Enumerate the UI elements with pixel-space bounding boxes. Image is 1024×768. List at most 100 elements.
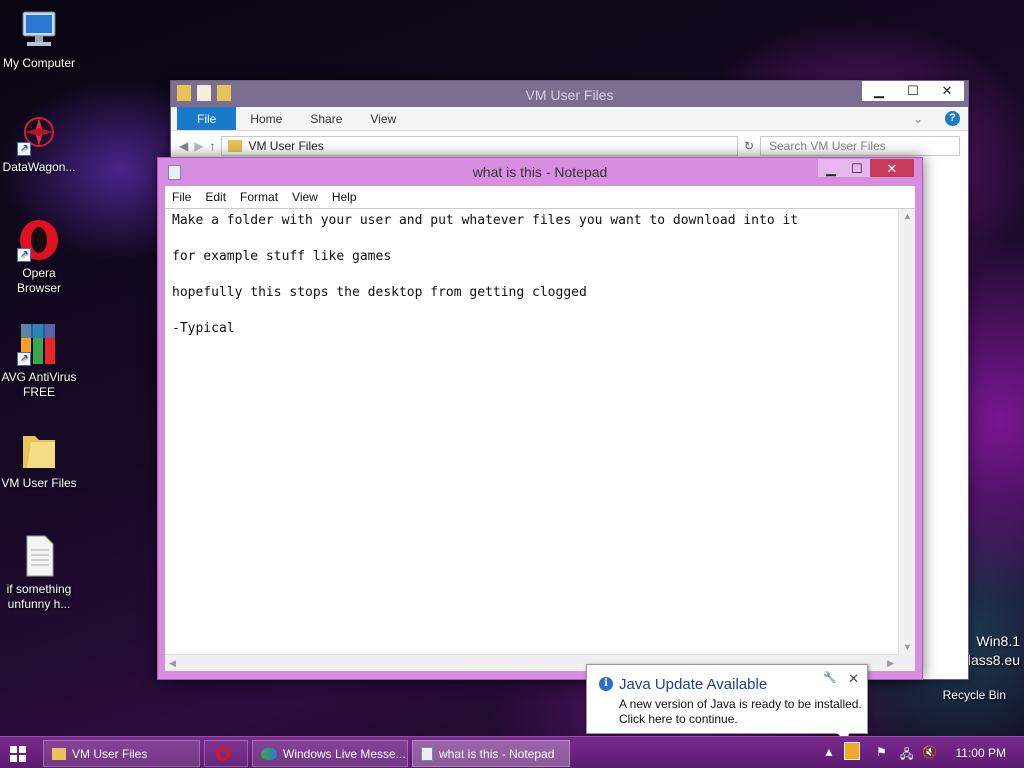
show-hidden-icons-icon[interactable]: ▲ xyxy=(823,745,835,759)
tab-home[interactable]: Home xyxy=(236,107,296,130)
tab-share[interactable]: Share xyxy=(296,107,356,130)
tab-file[interactable]: File xyxy=(177,107,237,130)
taskbar-item-label: Windows Live Messe... xyxy=(283,746,406,761)
close-icon[interactable]: ✕ xyxy=(848,671,859,687)
recycle-bin-label: Recycle Bin xyxy=(942,688,1006,702)
desktop-icon-label: DataWagon... xyxy=(2,160,76,174)
taskbar-item-notepad[interactable]: what is this - Notepad xyxy=(412,740,570,767)
notification-line: A new version of Java is ready to be ins… xyxy=(619,697,862,711)
maximize-button[interactable]: ☐ xyxy=(896,81,930,101)
desktop-icon-vm-user-files[interactable]: VM User Files xyxy=(0,428,78,491)
desktop-icon-my-computer[interactable]: My Computer xyxy=(0,8,78,71)
volume-muted-icon[interactable]: 🔇 xyxy=(922,745,937,759)
avg-icon: ↗ xyxy=(17,322,61,366)
desktop-icon-avg[interactable]: ↗ AVG AntiVirus FREE xyxy=(0,322,78,400)
watermark-line: lass8.eu xyxy=(967,652,1020,668)
desktop-icon-label: if something unfunny h... xyxy=(6,582,72,611)
notepad-text-area[interactable]: Make a folder with your user and put wha… xyxy=(165,208,915,671)
folder-icon xyxy=(228,140,243,152)
watermark-line: Win8.1 xyxy=(976,633,1020,649)
text-line: for example stuff like games xyxy=(172,249,392,264)
start-button[interactable] xyxy=(10,746,26,762)
search-placeholder: Search VM User Files xyxy=(769,139,886,153)
scroll-up-icon[interactable]: ▲ xyxy=(903,211,912,221)
scroll-down-icon[interactable]: ▼ xyxy=(903,642,912,652)
menu-help[interactable]: Help xyxy=(325,190,364,204)
desktop-icon-label: AVG AntiVirus FREE xyxy=(1,370,77,399)
desktop-icon-text-file[interactable]: if something unfunny h... xyxy=(0,534,78,612)
text-line: Make a folder with your user and put wha… xyxy=(172,213,799,228)
ribbon-tabs: File Home Share View ⌄ ? xyxy=(171,107,968,131)
desktop-icon-opera[interactable]: ↗ Opera Browser xyxy=(0,218,78,296)
folder-icon xyxy=(52,747,66,760)
info-icon: i xyxy=(599,677,613,691)
refresh-icon[interactable]: ↻ xyxy=(744,139,754,153)
windows-logo-icon xyxy=(10,746,17,753)
notepad-window[interactable]: what is this - Notepad ▁ ☐ ✕ File Edit F… xyxy=(157,157,923,680)
taskbar-clock[interactable]: 11:00 PM xyxy=(956,746,1006,760)
messenger-icon xyxy=(261,747,277,760)
menu-edit[interactable]: Edit xyxy=(198,190,233,204)
explorer-title: VM User Files xyxy=(525,87,614,103)
expand-ribbon-icon[interactable]: ⌄ xyxy=(899,107,937,130)
taskbar: VM User Files Windows Live Messe... what… xyxy=(0,736,1024,768)
maximize-button[interactable]: ☐ xyxy=(844,159,870,177)
taskbar-item-vm-user-files[interactable]: VM User Files xyxy=(43,740,200,767)
vertical-scrollbar[interactable]: ▲ ▼ xyxy=(898,209,915,654)
resize-grip[interactable] xyxy=(898,654,915,671)
java-update-tray-icon[interactable] xyxy=(844,742,860,760)
help-icon[interactable]: ? xyxy=(937,107,968,130)
computer-icon xyxy=(17,8,61,52)
datawagon-icon: ↗ xyxy=(17,112,61,156)
opera-icon xyxy=(216,746,230,761)
scroll-left-icon[interactable]: ◀ xyxy=(169,658,176,669)
shortcut-arrow-icon: ↗ xyxy=(17,352,31,366)
back-icon[interactable]: ◀ xyxy=(179,139,188,153)
notepad-titlebar[interactable]: what is this - Notepad ▁ ☐ ✕ xyxy=(158,158,922,186)
text-file-icon xyxy=(17,534,61,578)
desktop-icon-label: VM User Files xyxy=(1,476,77,490)
wrench-icon[interactable]: 🔧 xyxy=(823,671,837,684)
minimize-button[interactable]: ▁ xyxy=(862,81,896,101)
close-button[interactable]: ✕ xyxy=(870,159,914,177)
desktop-icon-label: Opera Browser xyxy=(16,266,61,295)
taskbar-item-messenger[interactable]: Windows Live Messe... xyxy=(252,740,408,767)
text-line: hopefully this stops the desktop from ge… xyxy=(172,285,587,300)
notepad-menubar: File Edit Format View Help xyxy=(165,186,915,208)
text-line: -Typical xyxy=(172,321,235,336)
windows-logo-icon xyxy=(19,746,26,753)
opera-icon: ↗ xyxy=(17,218,61,262)
breadcrumb[interactable]: VM User Files xyxy=(248,139,323,153)
shortcut-arrow-icon: ↗ xyxy=(17,142,31,156)
network-icon[interactable]: 🖧 xyxy=(900,745,913,766)
notification-title: Java Update Available xyxy=(619,676,768,693)
os-watermark: Win8.1 lass8.eu xyxy=(968,632,1020,670)
taskbar-item-label: VM User Files xyxy=(72,746,148,761)
java-update-notification[interactable]: i Java Update Available 🔧 ✕ A new versio… xyxy=(586,664,868,743)
notepad-content: Make a folder with your user and put wha… xyxy=(172,212,893,356)
shortcut-arrow-icon: ↗ xyxy=(17,248,31,262)
close-button[interactable]: ✕ xyxy=(930,81,964,101)
notification-body[interactable]: A new version of Java is ready to be ins… xyxy=(619,697,862,727)
menu-view[interactable]: View xyxy=(285,190,325,204)
notification-line: Click here to continue. xyxy=(619,712,738,726)
tab-view[interactable]: View xyxy=(356,107,410,130)
menu-file[interactable]: File xyxy=(165,190,198,204)
up-icon[interactable]: ↑ xyxy=(209,139,215,153)
scroll-right-icon[interactable]: ▶ xyxy=(887,658,894,669)
folder-icon xyxy=(17,428,61,472)
search-input[interactable]: Search VM User Files xyxy=(760,136,960,156)
notepad-icon xyxy=(421,746,433,761)
taskbar-item-opera[interactable] xyxy=(204,740,248,767)
desktop-icon-recycle-bin[interactable]: Recycle Bin xyxy=(943,688,1006,702)
menu-format[interactable]: Format xyxy=(233,190,285,204)
minimize-button[interactable]: ▁ xyxy=(818,159,844,177)
forward-icon[interactable]: ▶ xyxy=(194,139,203,153)
desktop-icon-label: My Computer xyxy=(2,56,76,70)
explorer-titlebar[interactable]: VM User Files ▁ ☐ ✕ xyxy=(171,81,968,107)
address-bar[interactable]: VM User Files xyxy=(221,136,738,156)
windows-logo-icon xyxy=(19,755,26,762)
action-center-flag-icon[interactable]: ⚑ xyxy=(876,745,887,759)
notepad-title: what is this - Notepad xyxy=(472,164,608,180)
desktop-icon-datawagon[interactable]: ↗ DataWagon... xyxy=(0,112,78,175)
